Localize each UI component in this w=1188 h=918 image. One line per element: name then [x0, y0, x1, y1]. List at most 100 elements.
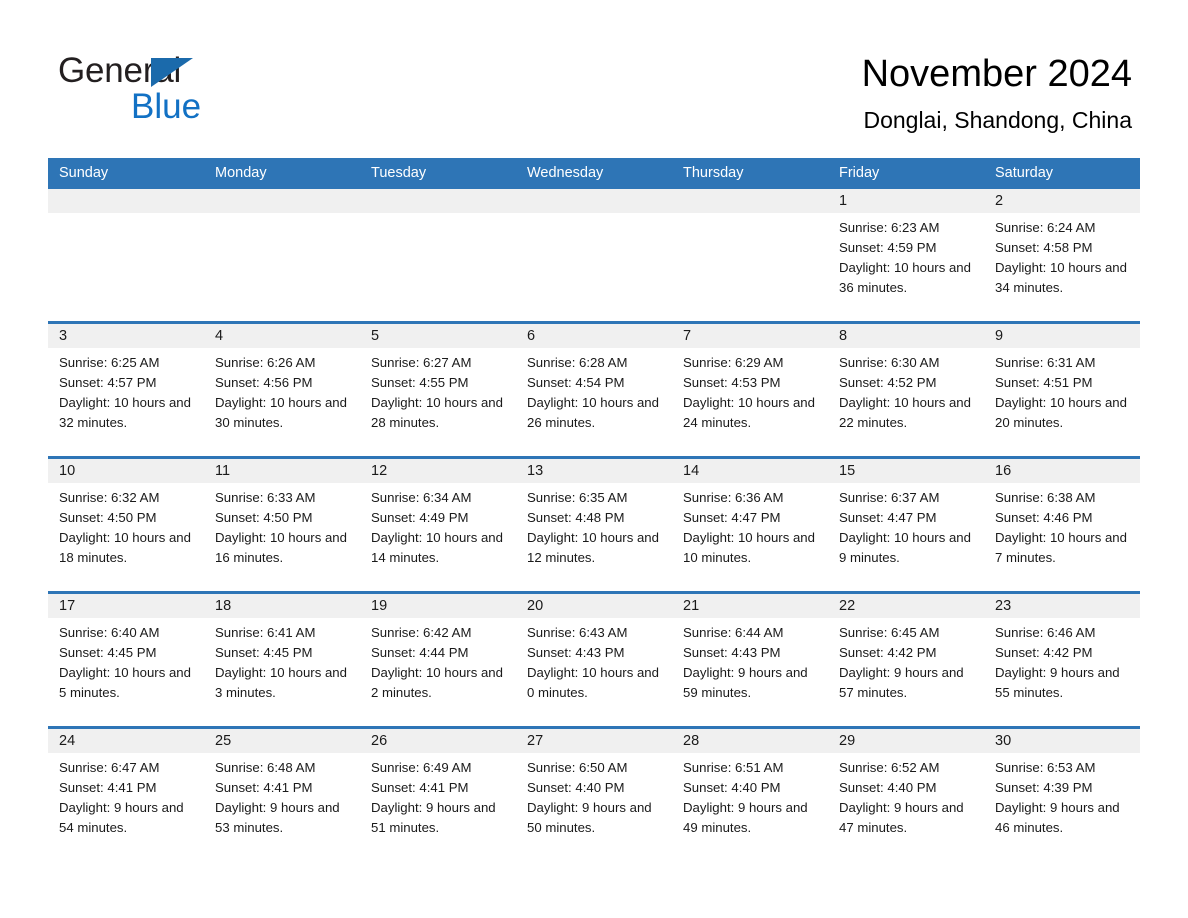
sunrise-text: Sunrise: 6:28 AM	[527, 355, 628, 370]
calendar-week-row: 17 Sunrise: 6:40 AM Sunset: 4:45 PM Dayligh…	[48, 591, 1140, 726]
weekday-header-friday: Friday	[839, 165, 880, 181]
day-details: Sunrise: 6:51 AM Sunset: 4:40 PM Daylight:…	[683, 758, 817, 838]
day-number: 16	[995, 463, 1012, 479]
day-cell-27[interactable]: 27 Sunrise: 6:50 AM Sunset: 4:40 PM Dayligh…	[516, 729, 672, 861]
day-details: Sunrise: 6:35 AM Sunset: 4:48 PM Daylight:…	[527, 488, 661, 568]
day-details: Sunrise: 6:45 AM Sunset: 4:42 PM Daylight:…	[839, 623, 973, 703]
sunset-text: Sunset: 4:46 PM	[995, 510, 1093, 525]
daylight-text: Daylight: 9 hours and 54 minutes.	[59, 800, 184, 835]
daylight-text: Daylight: 9 hours and 50 minutes.	[527, 800, 652, 835]
daylight-text: Daylight: 9 hours and 49 minutes.	[683, 800, 808, 835]
sunrise-text: Sunrise: 6:42 AM	[371, 625, 472, 640]
day-details: Sunrise: 6:29 AM Sunset: 4:53 PM Daylight:…	[683, 353, 817, 433]
day-cell-6[interactable]: 6 Sunrise: 6:28 AM Sunset: 4:54 PM Daylight…	[516, 324, 672, 456]
calendar-weeks: 1 Sunrise: 6:23 AM Sunset: 4:59 PM Daylight…	[48, 189, 1140, 861]
day-cell-30[interactable]: 30 Sunrise: 6:53 AM Sunset: 4:39 PM Dayligh…	[984, 729, 1140, 861]
daylight-text: Daylight: 10 hours and 5 minutes.	[59, 665, 191, 700]
day-cell-9[interactable]: 9 Sunrise: 6:31 AM Sunset: 4:51 PM Daylight…	[984, 324, 1140, 456]
day-cell-17[interactable]: 17 Sunrise: 6:40 AM Sunset: 4:45 PM Dayligh…	[48, 594, 204, 726]
day-number: 13	[527, 463, 544, 479]
daylight-text: Daylight: 10 hours and 28 minutes.	[371, 395, 503, 430]
day-cell-25[interactable]: 25 Sunrise: 6:48 AM Sunset: 4:41 PM Dayligh…	[204, 729, 360, 861]
sunset-text: Sunset: 4:56 PM	[215, 375, 313, 390]
day-cell-16[interactable]: 16 Sunrise: 6:38 AM Sunset: 4:46 PM Dayligh…	[984, 459, 1140, 591]
day-details: Sunrise: 6:50 AM Sunset: 4:40 PM Daylight:…	[527, 758, 661, 838]
day-cell-29[interactable]: 29 Sunrise: 6:52 AM Sunset: 4:40 PM Dayligh…	[828, 729, 984, 861]
day-details: Sunrise: 6:41 AM Sunset: 4:45 PM Daylight:…	[215, 623, 349, 703]
logo-text-general: General	[58, 51, 182, 90]
day-cell-23[interactable]: 23 Sunrise: 6:46 AM Sunset: 4:42 PM Dayligh…	[984, 594, 1140, 726]
calendar-grid: Sunday Monday Tuesday Wednesday Thursday Frid…	[48, 158, 1140, 861]
day-number: 18	[215, 598, 232, 614]
sunrise-text: Sunrise: 6:31 AM	[995, 355, 1096, 370]
day-details: Sunrise: 6:44 AM Sunset: 4:43 PM Daylight:…	[683, 623, 817, 703]
day-details: Sunrise: 6:27 AM Sunset: 4:55 PM Daylight:…	[371, 353, 505, 433]
logo-text-blue: Blue	[131, 87, 202, 126]
day-cell-7[interactable]: 7 Sunrise: 6:29 AM Sunset: 4:53 PM Daylight…	[672, 324, 828, 456]
day-cell-11[interactable]: 11 Sunrise: 6:33 AM Sunset: 4:50 PM Dayligh…	[204, 459, 360, 591]
day-cell-5[interactable]: 5 Sunrise: 6:27 AM Sunset: 4:55 PM Daylight…	[360, 324, 516, 456]
day-cell-19[interactable]: 19 Sunrise: 6:42 AM Sunset: 4:44 PM Dayligh…	[360, 594, 516, 726]
day-details: Sunrise: 6:25 AM Sunset: 4:57 PM Daylight:…	[59, 353, 193, 433]
sunset-text: Sunset: 4:42 PM	[995, 645, 1093, 660]
sunrise-text: Sunrise: 6:47 AM	[59, 760, 160, 775]
sunrise-text: Sunrise: 6:24 AM	[995, 220, 1096, 235]
day-details: Sunrise: 6:36 AM Sunset: 4:47 PM Daylight:…	[683, 488, 817, 568]
day-cell-8[interactable]: 8 Sunrise: 6:30 AM Sunset: 4:52 PM Daylight…	[828, 324, 984, 456]
sunset-text: Sunset: 4:41 PM	[215, 780, 313, 795]
day-cell-3[interactable]: 3 Sunrise: 6:25 AM Sunset: 4:57 PM Daylight…	[48, 324, 204, 456]
day-cell-24[interactable]: 24 Sunrise: 6:47 AM Sunset: 4:41 PM Dayligh…	[48, 729, 204, 861]
daylight-text: Daylight: 9 hours and 46 minutes.	[995, 800, 1120, 835]
day-cell-18[interactable]: 18 Sunrise: 6:41 AM Sunset: 4:45 PM Dayligh…	[204, 594, 360, 726]
day-number	[215, 189, 349, 213]
day-cell-12[interactable]: 12 Sunrise: 6:34 AM Sunset: 4:49 PM Dayligh…	[360, 459, 516, 591]
weekday-header-monday: Monday	[215, 165, 267, 181]
day-details: Sunrise: 6:26 AM Sunset: 4:56 PM Daylight:…	[215, 353, 349, 433]
sunset-text: Sunset: 4:45 PM	[215, 645, 313, 660]
day-details: Sunrise: 6:28 AM Sunset: 4:54 PM Daylight:…	[527, 353, 661, 433]
page-title: November 2024	[861, 53, 1132, 95]
day-details: Sunrise: 6:47 AM Sunset: 4:41 PM Daylight:…	[59, 758, 193, 838]
day-cell-4[interactable]: 4 Sunrise: 6:26 AM Sunset: 4:56 PM Daylight…	[204, 324, 360, 456]
day-number: 27	[527, 733, 544, 749]
day-cell-15[interactable]: 15 Sunrise: 6:37 AM Sunset: 4:47 PM Dayligh…	[828, 459, 984, 591]
weekday-header-saturday: Saturday	[995, 165, 1054, 181]
day-cell-20[interactable]: 20 Sunrise: 6:43 AM Sunset: 4:43 PM Dayligh…	[516, 594, 672, 726]
day-details: Sunrise: 6:38 AM Sunset: 4:46 PM Daylight:…	[995, 488, 1129, 568]
day-cell-1[interactable]: 1 Sunrise: 6:23 AM Sunset: 4:59 PM Daylight…	[828, 189, 984, 321]
sunset-text: Sunset: 4:59 PM	[839, 240, 937, 255]
sunset-text: Sunset: 4:43 PM	[683, 645, 781, 660]
sunrise-text: Sunrise: 6:49 AM	[371, 760, 472, 775]
sunrise-text: Sunrise: 6:40 AM	[59, 625, 160, 640]
calendar-week-row: 3 Sunrise: 6:25 AM Sunset: 4:57 PM Daylight…	[48, 321, 1140, 456]
sunset-text: Sunset: 4:39 PM	[995, 780, 1093, 795]
sunset-text: Sunset: 4:47 PM	[839, 510, 937, 525]
day-cell-14[interactable]: 14 Sunrise: 6:36 AM Sunset: 4:47 PM Dayligh…	[672, 459, 828, 591]
day-details: Sunrise: 6:52 AM Sunset: 4:40 PM Daylight:…	[839, 758, 973, 838]
day-cell-empty	[672, 189, 828, 321]
day-cell-2[interactable]: 2 Sunrise: 6:24 AM Sunset: 4:58 PM Daylight…	[984, 189, 1140, 321]
day-number: 23	[995, 598, 1012, 614]
day-cell-22[interactable]: 22 Sunrise: 6:45 AM Sunset: 4:42 PM Dayligh…	[828, 594, 984, 726]
day-number: 20	[527, 598, 544, 614]
day-cell-10[interactable]: 10 Sunrise: 6:32 AM Sunset: 4:50 PM Dayligh…	[48, 459, 204, 591]
generalblue-logo[interactable]: General Blue	[58, 52, 378, 128]
day-cell-28[interactable]: 28 Sunrise: 6:51 AM Sunset: 4:40 PM Dayligh…	[672, 729, 828, 861]
daylight-text: Daylight: 10 hours and 16 minutes.	[215, 530, 347, 565]
sunrise-text: Sunrise: 6:51 AM	[683, 760, 784, 775]
day-number	[59, 189, 193, 213]
day-cell-21[interactable]: 21 Sunrise: 6:44 AM Sunset: 4:43 PM Dayligh…	[672, 594, 828, 726]
day-cell-13[interactable]: 13 Sunrise: 6:35 AM Sunset: 4:48 PM Dayligh…	[516, 459, 672, 591]
weekday-header-wednesday: Wednesday	[527, 165, 604, 181]
sunrise-text: Sunrise: 6:44 AM	[683, 625, 784, 640]
day-number	[683, 189, 817, 213]
day-number: 17	[59, 598, 76, 614]
calendar-page: General Blue November 2024 Donglai, Shan…	[0, 0, 1188, 918]
sunrise-text: Sunrise: 6:25 AM	[59, 355, 160, 370]
daylight-text: Daylight: 10 hours and 34 minutes.	[995, 260, 1127, 295]
daylight-text: Daylight: 10 hours and 26 minutes.	[527, 395, 659, 430]
sunrise-text: Sunrise: 6:33 AM	[215, 490, 316, 505]
day-cell-26[interactable]: 26 Sunrise: 6:49 AM Sunset: 4:41 PM Dayligh…	[360, 729, 516, 861]
day-number: 4	[215, 328, 224, 344]
daylight-text: Daylight: 10 hours and 36 minutes.	[839, 260, 971, 295]
